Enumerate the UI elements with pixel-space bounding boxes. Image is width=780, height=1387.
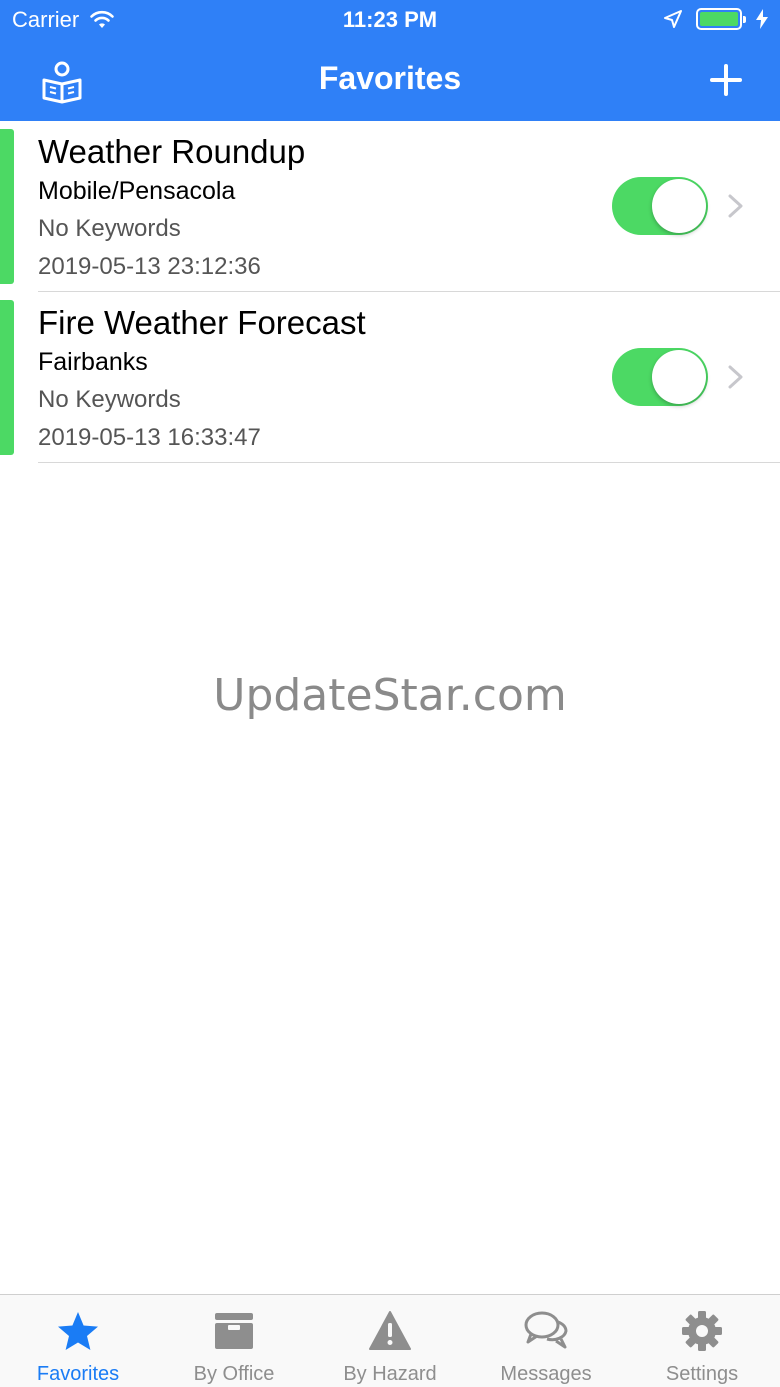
tab-messages[interactable]: Messages [468,1295,624,1387]
battery-icon [696,8,746,30]
status-accent-bar [0,129,14,284]
favorite-timestamp: 2019-05-13 16:33:47 [38,424,261,451]
row-divider [38,462,780,463]
enabled-toggle[interactable] [612,177,708,235]
favorite-title: Fire Weather Forecast [38,304,366,341]
page-title: Favorites [318,60,462,96]
gear-icon [682,1311,722,1351]
favorite-office: Mobile/Pensacola [38,177,236,205]
status-accent-bar [0,300,14,455]
chat-bubbles-icon [524,1311,568,1349]
tab-by-hazard[interactable]: By Hazard [312,1295,468,1387]
cabinet-icon [215,1313,253,1349]
favorite-title: Weather Roundup [38,133,306,170]
tab-settings[interactable]: Settings [624,1295,780,1387]
tab-label: By Office [193,1363,275,1385]
tab-label: By Hazard [343,1363,437,1385]
list-item[interactable]: Weather Roundup Mobile/Pensacola No Keyw… [0,121,780,292]
tab-favorites[interactable]: Favorites [0,1295,156,1387]
plus-icon[interactable] [706,60,746,100]
tab-label: Favorites [36,1363,120,1385]
enabled-toggle[interactable] [612,348,708,406]
tab-label: Settings [665,1363,739,1385]
status-time: 11:23 PM [342,7,438,32]
list-item[interactable]: Fire Weather Forecast Fairbanks No Keywo… [0,292,780,463]
chevron-right-icon [728,194,743,218]
tab-label: Messages [500,1363,592,1385]
favorites-list: Weather Roundup Mobile/Pensacola No Keyw… [0,121,780,463]
toggle-knob [652,179,706,233]
top-bar: Carrier 11:23 PM Favorites [0,0,780,121]
tab-by-office[interactable]: By Office [156,1295,312,1387]
navigation-bar: Favorites [0,40,780,121]
location-arrow-icon [664,10,682,28]
toggle-knob [652,350,706,404]
tab-bar: Favorites By Office By Hazard Messages S… [0,1294,780,1387]
warning-icon [369,1311,411,1350]
star-icon [58,1312,98,1350]
favorite-keywords: No Keywords [38,215,181,242]
watermark: UpdateStar.com [213,670,567,721]
favorite-keywords: No Keywords [38,386,181,413]
status-bar: Carrier 11:23 PM [0,0,780,40]
charging-bolt-icon [756,9,768,29]
chevron-right-icon [728,365,743,389]
favorite-office: Fairbanks [38,348,148,376]
status-right [664,8,768,30]
favorite-timestamp: 2019-05-13 23:12:36 [38,253,261,280]
